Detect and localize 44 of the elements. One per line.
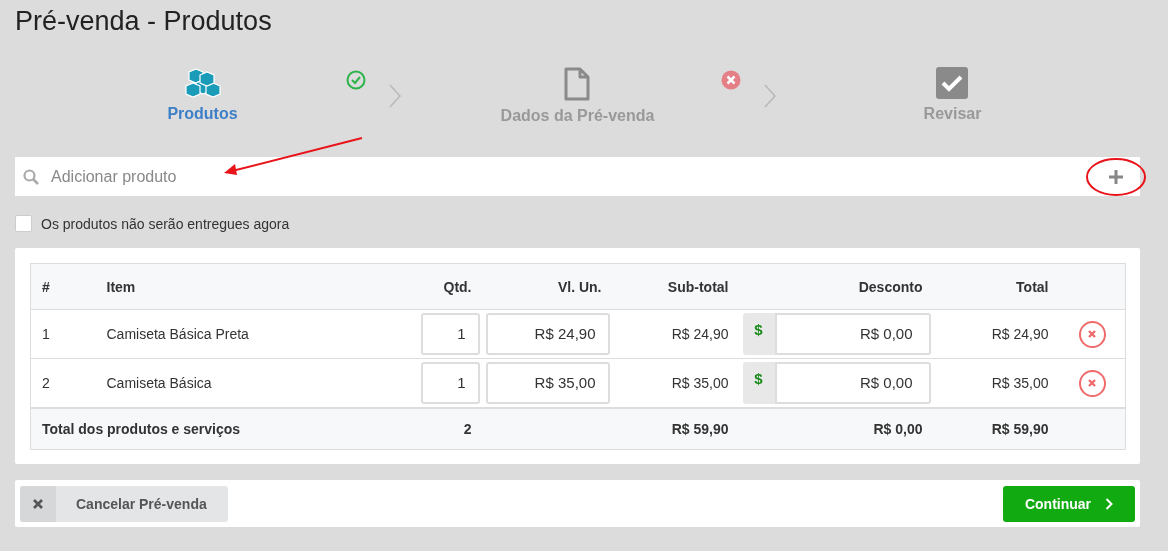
table-cell: R$ 59,90 — [933, 408, 1060, 450]
table-cell: 1 — [30, 309, 96, 359]
discount-field[interactable]: R$ 0,00 — [774, 313, 931, 355]
cancel-button[interactable]: Cancelar Pré-venda — [20, 485, 228, 522]
cubes-icon — [184, 67, 221, 99]
annotation-circle — [1085, 157, 1147, 197]
table-cell: R$ 59,90 — [612, 408, 740, 450]
table-cell: 2 — [417, 408, 483, 450]
search-field[interactable]: Adicionar produto — [15, 157, 1140, 196]
table-cell: R$ 0,00 — [739, 408, 934, 450]
close-icon — [33, 498, 43, 509]
currency-addon: $ — [742, 313, 775, 355]
quantity-field[interactable]: 1 — [420, 362, 480, 404]
column-header: Total — [933, 263, 1060, 310]
search-input[interactable]: Adicionar produto — [49, 166, 1086, 187]
table-cell: Camiseta Básica Preta — [95, 309, 418, 359]
currency-addon: $ — [742, 362, 775, 404]
column-header: Qtd. — [417, 263, 483, 310]
chevron-right-icon — [1105, 497, 1114, 510]
column-header: # — [30, 263, 96, 310]
column-header: Item — [95, 263, 418, 310]
close-icon — [1087, 378, 1098, 388]
checkbox-label: Os produtos não serão entregues agora — [41, 215, 290, 232]
table-cell: Total dos produtos e serviços — [30, 408, 418, 450]
search-icon — [23, 168, 39, 185]
column-header: Sub-total — [612, 263, 740, 310]
price-field[interactable]: R$ 35,00 — [485, 362, 610, 404]
column-header: Vl. Un. — [482, 263, 613, 310]
checkbox[interactable] — [15, 215, 32, 232]
close-icon — [1087, 329, 1098, 339]
table-cell: R$ 24,90 — [612, 309, 740, 359]
remove-button[interactable] — [1078, 369, 1106, 397]
table-cell: R$ 24,90 — [933, 309, 1060, 359]
chevron-right-icon — [764, 84, 776, 108]
document-icon — [563, 67, 592, 101]
column-header: Desconto — [739, 263, 934, 310]
page-title: Pré-venda - Produtos — [15, 5, 272, 37]
chevron-right-icon — [389, 84, 401, 108]
price-field[interactable]: R$ 24,90 — [485, 313, 610, 355]
checkbox-icon — [936, 67, 969, 99]
plus-icon — [1109, 169, 1123, 184]
quantity-field[interactable]: 1 — [420, 313, 480, 355]
remove-button[interactable] — [1078, 320, 1106, 348]
discount-field[interactable]: R$ 0,00 — [774, 362, 931, 404]
